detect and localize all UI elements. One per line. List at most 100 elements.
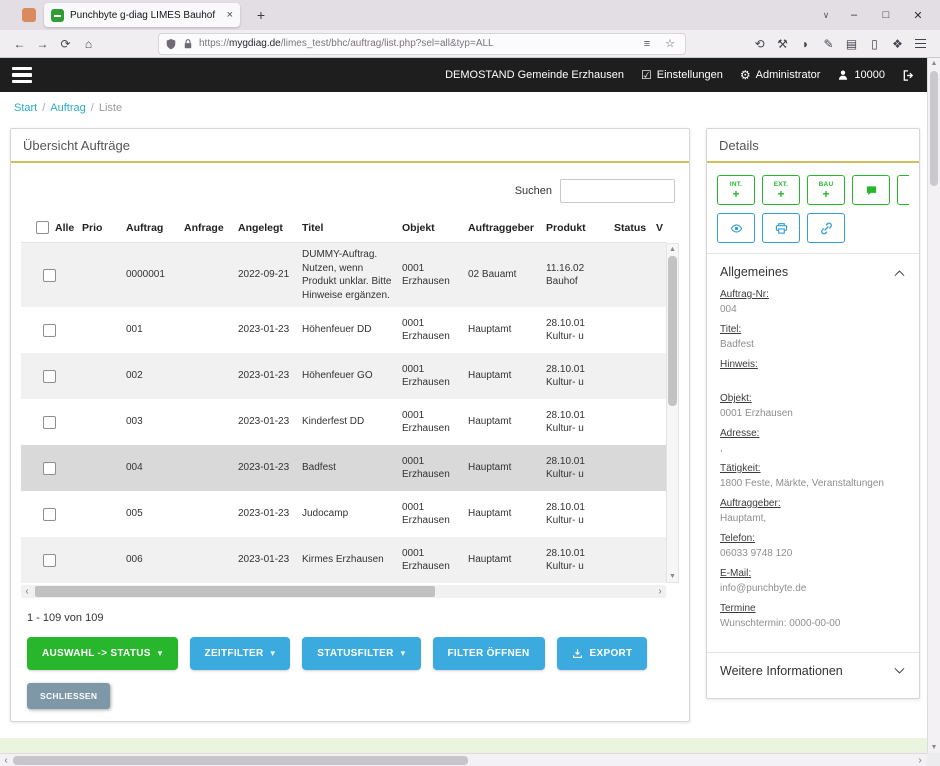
row-checkbox[interactable]: [43, 554, 56, 567]
highlight-icon[interactable]: ✎: [817, 33, 840, 55]
row-checkbox[interactable]: [43, 370, 56, 383]
table-vertical-scrollbar[interactable]: ▲ ▼: [666, 243, 679, 583]
detail-field: Auftraggeber: Hauptamt,: [720, 498, 906, 525]
section-weitere-informationen[interactable]: Weitere Informationen: [717, 653, 909, 688]
reader-mode-icon[interactable]: ≡: [638, 33, 656, 55]
table-row[interactable]: 006 2023-01-23 Kirmes Erzhausen 0001 Erz…: [21, 537, 666, 583]
col-alle[interactable]: Alle: [21, 217, 77, 238]
back-button[interactable]: ←: [8, 33, 31, 55]
detail-field: Hinweis:: [720, 359, 906, 385]
logout-button[interactable]: [902, 69, 915, 82]
row-checkbox[interactable]: [43, 324, 56, 337]
window-close-button[interactable]: ✕: [902, 9, 934, 22]
device-icon[interactable]: ▯: [863, 33, 886, 55]
window-maximize-button[interactable]: □: [870, 9, 902, 21]
home-button[interactable]: ⌂: [77, 33, 100, 55]
firefox-view-icon[interactable]: [22, 8, 36, 22]
table-row[interactable]: 005 2023-01-23 Judocamp 0001 Erzhausen H…: [21, 491, 666, 537]
int-add-button[interactable]: INT. +: [717, 175, 755, 205]
bookmark-star-icon[interactable]: ☆: [661, 33, 679, 55]
col-auftrag[interactable]: Auftrag: [121, 218, 179, 238]
cell-titel: Badfest: [297, 456, 397, 480]
scroll-left-icon[interactable]: ‹: [21, 585, 33, 598]
table-row[interactable]: 003 2023-01-23 Kinderfest DD 0001 Erzhau…: [21, 399, 666, 445]
url-domain: mygdiag.de: [229, 38, 281, 49]
page-hscroll-thumb[interactable]: [13, 756, 468, 765]
cell-status: [609, 463, 651, 473]
edit-button[interactable]: [897, 175, 909, 205]
tools-icon[interactable]: ⚒: [771, 33, 794, 55]
export-button[interactable]: EXPORT: [557, 637, 648, 670]
row-checkbox[interactable]: [43, 269, 56, 282]
select-all-checkbox[interactable]: [36, 221, 49, 234]
table-row[interactable]: 002 2023-01-23 Höhenfeuer GO 0001 Erzhau…: [21, 353, 666, 399]
table-row-selected[interactable]: 004 2023-01-23 Badfest 0001 Erzhausen Ha…: [21, 445, 666, 491]
page-vertical-scrollbar[interactable]: ▲ ▼: [927, 58, 940, 753]
link-button[interactable]: [807, 213, 845, 243]
breadcrumb-auftrag[interactable]: Auftrag: [50, 102, 85, 114]
table-vscroll-thumb[interactable]: [668, 256, 677, 406]
browser-tab[interactable]: Punchbyte g-diag LIMES Bauhof ×: [44, 3, 240, 27]
table-horizontal-scrollbar[interactable]: ‹ ›: [21, 585, 666, 598]
row-checkbox[interactable]: [43, 508, 56, 521]
library-icon[interactable]: ▤: [840, 33, 863, 55]
url-bar[interactable]: https://mygdiag.de/limes_test/bhc/auftra…: [158, 33, 686, 55]
window-minimize-button[interactable]: –: [838, 9, 870, 21]
app-menu-icon[interactable]: [12, 67, 32, 84]
bau-add-button[interactable]: BAU +: [807, 175, 845, 205]
col-objekt[interactable]: Objekt: [397, 218, 463, 238]
reload-button[interactable]: ⟳: [54, 33, 77, 55]
cell-titel: Kinderfest DD: [297, 410, 397, 434]
extensions-icon[interactable]: ❖: [886, 33, 909, 55]
administrator-link[interactable]: ⚙ Administrator: [740, 69, 821, 81]
section-allgemeines[interactable]: Allgemeines: [717, 254, 909, 289]
col-auftraggeber[interactable]: Auftraggeber: [463, 218, 541, 238]
col-verantwortlich[interactable]: V: [651, 218, 666, 238]
page-horizontal-scrollbar[interactable]: ‹ ›: [0, 753, 940, 766]
tab-list-icon[interactable]: ∨: [814, 10, 838, 21]
scroll-up-icon[interactable]: ▲: [669, 245, 676, 254]
cell-titel: Höhenfeuer DD: [297, 318, 397, 342]
col-angelegt[interactable]: Angelegt: [233, 218, 297, 238]
pocket-icon[interactable]: ◗: [794, 33, 817, 55]
user-link[interactable]: 10000: [837, 69, 885, 81]
view-button[interactable]: [717, 213, 755, 243]
auswahl-status-button[interactable]: AUSWAHL -> STATUS▾: [27, 637, 178, 670]
comment-button[interactable]: [852, 175, 890, 205]
col-produkt[interactable]: Produkt: [541, 218, 609, 238]
col-prio[interactable]: Prio: [77, 218, 121, 238]
tab-close-icon[interactable]: ×: [227, 9, 233, 21]
col-titel[interactable]: Titel: [297, 218, 397, 238]
statusfilter-button[interactable]: STATUSFILTER▾: [302, 637, 420, 670]
table-hscroll-thumb[interactable]: [35, 586, 435, 597]
row-checkbox[interactable]: [43, 462, 56, 475]
breadcrumb-start[interactable]: Start: [14, 102, 37, 114]
new-tab-button[interactable]: +: [250, 7, 272, 23]
col-status[interactable]: Status: [609, 218, 651, 238]
history-icon[interactable]: ⟲: [748, 33, 771, 55]
einstellungen-link[interactable]: ☑ Einstellungen: [641, 69, 723, 81]
schliessen-button[interactable]: SCHLIESSEN: [27, 683, 110, 709]
cell-auftraggeber: 02 Bauamt: [463, 263, 541, 287]
menu-icon[interactable]: [909, 33, 932, 55]
filter-oeffnen-button[interactable]: FILTER ÖFFNEN: [433, 637, 545, 670]
table-row[interactable]: 0000001 2022-09-21 DUMMY-Auftrag. Nutzen…: [21, 243, 666, 307]
scroll-left-icon[interactable]: ‹: [0, 754, 12, 766]
table-row[interactable]: 001 2023-01-23 Höhenfeuer DD 0001 Erzhau…: [21, 307, 666, 353]
forward-button[interactable]: →: [31, 33, 54, 55]
search-input[interactable]: [560, 179, 675, 203]
row-checkbox[interactable]: [43, 416, 56, 429]
col-anfrage[interactable]: Anfrage: [179, 218, 233, 238]
scroll-down-icon[interactable]: ▼: [669, 572, 676, 581]
tenant-label: DEMOSTAND Gemeinde Erzhausen: [445, 69, 624, 81]
scroll-right-icon[interactable]: ›: [654, 585, 666, 598]
zeitfilter-button[interactable]: ZEITFILTER▾: [190, 637, 291, 670]
shield-icon[interactable]: [165, 38, 177, 50]
lock-icon[interactable]: [182, 38, 194, 50]
scroll-down-icon[interactable]: ▼: [928, 744, 940, 751]
ext-add-button[interactable]: EXT. +: [762, 175, 800, 205]
print-button[interactable]: [762, 213, 800, 243]
scroll-up-icon[interactable]: ▲: [928, 60, 940, 67]
scroll-right-icon[interactable]: ›: [914, 754, 926, 766]
page-vscroll-thumb[interactable]: [930, 71, 938, 186]
